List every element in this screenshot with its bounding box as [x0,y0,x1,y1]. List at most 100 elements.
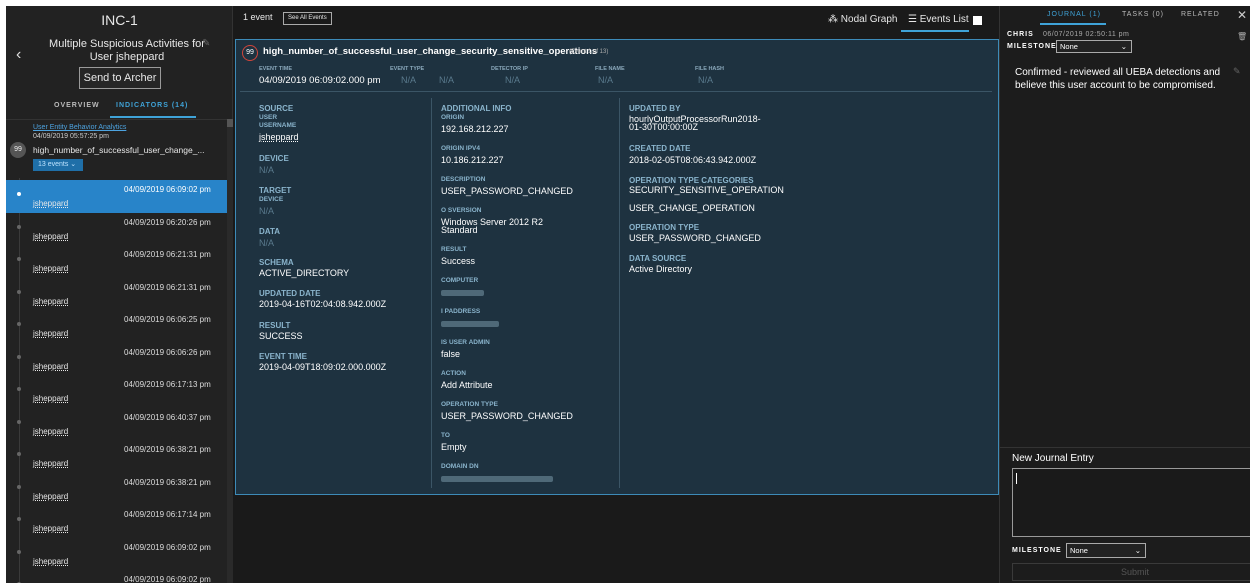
event-user[interactable]: jsheppard [33,524,68,533]
event-row[interactable]: 04/09/2019 06:38:21 pm jsheppard [6,473,227,506]
event-user[interactable]: jsheppard [33,297,68,306]
target-label: TARGET [259,186,292,195]
event-row[interactable]: 04/09/2019 06:09:02 pmjsheppard [6,570,227,583]
redacted-computer-value [441,290,484,296]
edit-title-icon[interactable]: ✎ [202,38,210,49]
incident-id: INC-1 [101,12,138,28]
event-count: 1 event [243,12,273,22]
nodal-graph-button[interactable]: ⁂ Nodal Graph [828,14,897,25]
event-user[interactable]: jsheppard [33,362,68,371]
tab-tasks[interactable]: TASKS (0) [1122,11,1164,18]
see-all-events-button[interactable]: See All Events [283,12,332,25]
tab-indicators[interactable]: INDICATORS (14) [116,102,188,109]
milestone-value: None [1060,42,1078,51]
active-view-underline [901,30,969,32]
event-row[interactable]: 04/09/2019 06:09:02 pmjsheppard [6,538,227,571]
delete-icon[interactable]: 🗑 [1237,32,1247,41]
detector-ip-label: DETECTOR IP [491,66,528,72]
target-device-label: DEVICE [259,196,284,203]
username-value[interactable]: jsheppard [259,133,299,142]
event-user[interactable]: jsheppard [33,557,68,566]
event-time: 04/09/2019 06:38:21 pm [124,477,211,487]
event-row[interactable]: 04/09/2019 06:38:21 pm jsheppard [6,440,227,473]
submit-button[interactable]: Submit [1012,563,1250,581]
timeline-dot [17,452,21,456]
event-type-label: EVENT TYPE [390,66,425,72]
event-user[interactable]: jsheppard [33,199,68,208]
event-row[interactable]: 04/09/2019 06:06:25 pm jsheppard [6,310,227,343]
timeline-dot [17,354,21,359]
event-row[interactable]: 04/09/2019 06:06:26 pm jsheppard [6,343,227,376]
event-row[interactable]: 04/09/2019 06:17:13 pm jsheppard [6,375,227,408]
tab-journal[interactable]: JOURNAL (1) [1047,11,1101,18]
event-user[interactable]: jsheppard [33,394,68,403]
operation-type-value: USER_PASSWORD_CHANGED [629,233,761,243]
back-chevron-icon[interactable]: ‹ [16,46,21,64]
timeline-dot [17,322,21,326]
chevron-down-icon: ⌄ [1134,546,1141,555]
milestone-select[interactable]: None ⌄ [1056,40,1132,53]
updated-date-value: 2019-04-16T02:04:08.942.000Z [259,299,387,309]
journal-entry-input[interactable] [1012,468,1250,537]
divider [1000,447,1250,448]
event-time-label: EVENT TIME [259,66,293,72]
schema-label: SCHEMA [259,258,294,267]
event-user[interactable]: jsheppard [33,329,68,338]
new-milestone-select[interactable]: None ⌄ [1066,543,1146,558]
operation-type-value: USER_PASSWORD_CHANGED [441,411,573,421]
timeline-dot [17,257,21,261]
events-toggle-button[interactable]: 13 events ⌄ [33,159,83,171]
event-row[interactable]: 04/09/2019 06:20:26 pm jsheppard [6,213,227,246]
event-row[interactable]: 04/09/2019 06:17:14 pm jsheppard [6,505,227,538]
is-user-admin-label: IS USER ADMIN [441,339,490,346]
event-time-field-value: 2019-04-09T18:09:02.000.000Z [259,362,387,372]
event-time-value: 04/09/2019 06:09:02.000 pm [259,75,381,86]
event-time: 04/09/2019 06:17:13 pm [124,380,211,389]
operation-category-2: USER_CHANGE_OPERATION [629,203,755,213]
journal-entry-text: Confirmed - reviewed all UEBA detections… [1015,67,1221,91]
nodal-graph-label: Nodal Graph [840,14,898,25]
file-name-label: FILE NAME [595,66,625,72]
updated-by-value-line2: 01-30T00:00:00Z [629,122,699,132]
new-journal-entry-label: New Journal Entry [1012,453,1094,464]
event-time: 04/09/2019 06:09:02 pm [124,575,211,583]
operation-type-label: OPERATION TYPE [629,223,700,232]
indicator-source-link[interactable]: User Entity Behavior Analytics [33,124,126,131]
event-row[interactable]: 04/09/2019 06:21:31 pm jsheppard [6,278,227,311]
header-divider [240,91,992,92]
event-user[interactable]: jsheppard [33,264,68,273]
event-user[interactable]: jsheppard [33,427,68,436]
event-time: 04/09/2019 06:21:31 pm [124,250,211,259]
incident-panel: INC-1 ‹ Multiple Suspicious Activities f… [6,6,233,583]
send-to-archer-button[interactable]: Send to Archer [79,67,161,89]
chevron-down-icon: ⌄ [1120,42,1127,51]
tab-overview[interactable]: OVERVIEW [54,102,100,109]
event-row[interactable]: 04/09/2019 06:40:37 pm jsheppard [6,408,227,441]
updated-date-label: UPDATED DATE [259,289,321,298]
expand-square-icon[interactable] [973,16,982,25]
event-row[interactable]: 04/09/2019 06:09:02 pm jsheppard [6,180,227,213]
device-label: DEVICE [259,154,289,163]
event-time: 04/09/2019 06:06:26 pm [124,347,211,357]
data-label: DATA [259,227,281,236]
event-title: high_number_of_successful_user_change_se… [263,46,598,57]
event-user[interactable]: jsheppard [33,232,68,241]
events-list-label: Events List [919,14,969,25]
events-list-button[interactable]: ☰ Events List [908,14,969,25]
result-value: SUCCESS [259,331,303,341]
origin-value: 192.168.212.227 [441,124,509,134]
close-icon[interactable]: ✕ [1237,8,1247,22]
event-row[interactable]: 04/09/2019 06:21:31 pm jsheppard [6,245,227,278]
event-user[interactable]: jsheppard [33,492,68,501]
indicator-name[interactable]: high_number_of_successful_user_change_..… [33,145,205,155]
tab-related[interactable]: RELATED [1181,11,1220,18]
edit-entry-icon[interactable]: ✎ [1233,66,1241,77]
origin-label: ORIGIN [441,114,465,121]
description-value: USER_PASSWORD_CHANGED [441,186,573,196]
file-hash-label: FILE HASH [695,66,725,72]
timeline-dot [17,387,21,391]
result-label: RESULT [259,321,291,330]
event-user[interactable]: jsheppard [33,459,68,468]
event-time: 04/09/2019 06:09:02 pm [124,185,211,194]
target-device-value: N/A [259,206,275,216]
